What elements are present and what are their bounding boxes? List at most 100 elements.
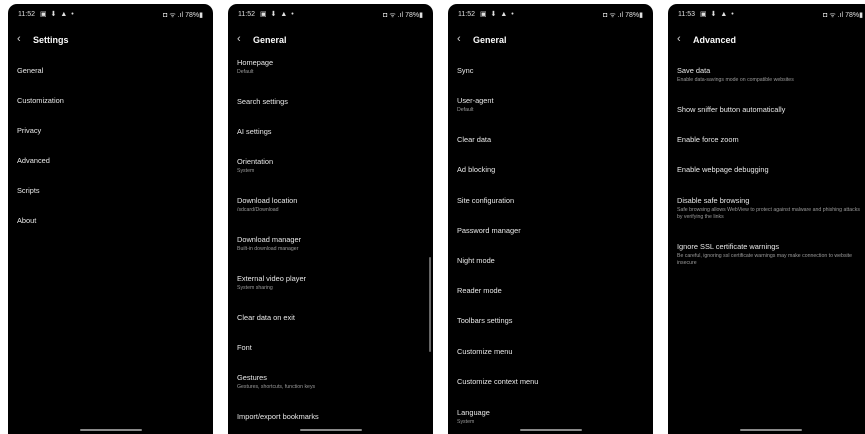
item-label: Homepage xyxy=(237,58,274,67)
battery-level: 78% xyxy=(405,12,420,19)
settings-item-site-configuration[interactable]: Site configuration xyxy=(457,196,645,205)
settings-item-customization[interactable]: Customization xyxy=(17,96,205,105)
gesture-nav-bar[interactable] xyxy=(740,429,802,431)
settings-item-gestures[interactable]: Gestures Gestures, shortcuts, function ke… xyxy=(237,373,425,391)
item-label: Scripts xyxy=(17,186,40,195)
item-summary: Be careful, ignoring ssl certificate war… xyxy=(677,253,853,267)
item-label: Clear data on exit xyxy=(237,313,295,322)
battery-icon: ▮ xyxy=(859,12,863,19)
app-bar: ‹ Settings xyxy=(8,26,213,56)
notification-icons: ▣ ⬇ ▲ • xyxy=(480,11,515,18)
item-label: Search settings xyxy=(237,97,288,106)
item-summary: Gestures, shortcuts, function keys xyxy=(237,384,316,390)
item-label: Customize context menu xyxy=(457,377,539,386)
settings-item-scripts[interactable]: Scripts xyxy=(17,186,205,195)
settings-item-download-manager[interactable]: Download manager Built-in download manage… xyxy=(237,235,425,253)
notification-icons: ▣ ⬇ ▲ • xyxy=(40,11,75,18)
item-summary: /sdcard/Download xyxy=(237,207,279,213)
item-label: Orientation xyxy=(237,157,274,166)
item-label: Gestures xyxy=(237,373,267,382)
phone-screen-general-scrolled: 11:52 ▣ ⬇ ▲ • ◘ ᯤ .ıl 78%▮ ‹ General Sync… xyxy=(448,4,653,434)
page-title: Advanced xyxy=(693,35,737,45)
settings-item-homepage[interactable]: Homepage Default xyxy=(237,58,425,76)
item-label: Site configuration xyxy=(457,196,515,205)
page-title: Settings xyxy=(33,35,69,45)
settings-item-user-agent[interactable]: User-agent Default xyxy=(457,96,645,114)
status-time: 11:52 xyxy=(18,11,35,18)
battery-level: 78% xyxy=(185,12,200,19)
settings-item-save-data[interactable]: Save data Enable data-savings mode on com… xyxy=(677,66,865,84)
item-label: Night mode xyxy=(457,256,495,265)
status-right: ◘ ᯤ .ıl 78%▮ xyxy=(603,11,643,20)
phone-screen-advanced: 11:53 ▣ ⬇ ▲ • ◘ ᯤ .ıl 78%▮ ‹ Advanced Sav… xyxy=(668,4,865,434)
battery-level: 78% xyxy=(845,12,860,19)
item-label: Reader mode xyxy=(457,286,502,295)
settings-item-about[interactable]: About xyxy=(17,216,205,225)
settings-item-external-video-player[interactable]: External video player System sharing xyxy=(237,274,425,292)
item-label: Import/export bookmarks xyxy=(237,412,319,421)
scrollbar-thumb[interactable] xyxy=(429,257,431,352)
battery-level: 78% xyxy=(625,12,640,19)
settings-item-language[interactable]: Language System xyxy=(457,408,645,426)
item-label: Download manager xyxy=(237,235,302,244)
notification-icons: ▣ ⬇ ▲ • xyxy=(700,11,735,18)
battery-icon: ▮ xyxy=(639,12,643,19)
back-arrow-icon[interactable]: ‹ xyxy=(677,33,681,45)
settings-item-ignore-ssl-warnings[interactable]: Ignore SSL certificate warnings Be carefu… xyxy=(677,242,865,267)
item-label: Show sniffer button automatically xyxy=(677,105,786,114)
settings-item-orientation[interactable]: Orientation System xyxy=(237,157,425,175)
settings-item-enable-webpage-debugging[interactable]: Enable webpage debugging xyxy=(677,165,865,174)
item-label: Enable webpage debugging xyxy=(677,165,769,174)
status-right: ◘ ᯤ .ıl 78%▮ xyxy=(383,11,423,20)
back-arrow-icon[interactable]: ‹ xyxy=(17,33,21,45)
gesture-nav-bar[interactable] xyxy=(520,429,582,431)
item-summary: Built-in download manager xyxy=(237,246,299,252)
status-time: 11:52 xyxy=(458,11,475,18)
settings-item-enable-force-zoom[interactable]: Enable force zoom xyxy=(677,135,865,144)
settings-item-ai-settings[interactable]: AI settings xyxy=(237,127,425,136)
settings-item-privacy[interactable]: Privacy xyxy=(17,126,205,135)
status-right: ◘ ᯤ .ıl 78%▮ xyxy=(163,11,203,20)
settings-item-password-manager[interactable]: Password manager xyxy=(457,226,645,235)
phone-screen-settings: 11:52 ▣ ⬇ ▲ • ◘ ᯤ .ıl 78%▮ ‹ Settings Gen… xyxy=(8,4,213,434)
notification-icons: ▣ ⬇ ▲ • xyxy=(260,11,295,18)
phone-screen-general-top: 11:52 ▣ ⬇ ▲ • ◘ ᯤ .ıl 78%▮ ‹ General Home… xyxy=(228,4,433,434)
item-label: Enable force zoom xyxy=(677,135,739,144)
settings-item-show-sniffer-button[interactable]: Show sniffer button automatically xyxy=(677,105,865,114)
settings-item-ad-blocking[interactable]: Ad blocking xyxy=(457,165,645,174)
settings-item-toolbars-settings[interactable]: Toolbars settings xyxy=(457,316,645,325)
back-arrow-icon[interactable]: ‹ xyxy=(237,33,241,45)
item-label: Clear data xyxy=(457,135,492,144)
settings-item-import-export-bookmarks[interactable]: Import/export bookmarks xyxy=(237,412,425,421)
settings-item-disable-safe-browsing[interactable]: Disable safe browsing Safe browsing allow… xyxy=(677,196,865,221)
settings-item-customize-context-menu[interactable]: Customize context menu xyxy=(457,377,645,386)
settings-item-advanced[interactable]: Advanced xyxy=(17,156,205,165)
settings-item-reader-mode[interactable]: Reader mode xyxy=(457,286,645,295)
status-bar: 11:52 ▣ ⬇ ▲ • ◘ ᯤ .ıl 78%▮ xyxy=(228,4,433,26)
gesture-nav-bar[interactable] xyxy=(80,429,142,431)
settings-item-night-mode[interactable]: Night mode xyxy=(457,256,645,265)
signal-icon: ◘ ᯤ .ıl xyxy=(823,12,844,19)
item-label: Disable safe browsing xyxy=(677,196,750,205)
battery-icon: ▮ xyxy=(199,12,203,19)
item-label: Customize menu xyxy=(457,347,513,356)
status-bar: 11:52 ▣ ⬇ ▲ • ◘ ᯤ .ıl 78%▮ xyxy=(8,4,213,26)
settings-item-customize-menu[interactable]: Customize menu xyxy=(457,347,645,356)
settings-item-clear-data[interactable]: Clear data xyxy=(457,135,645,144)
item-label: Advanced xyxy=(17,156,50,165)
settings-item-search-settings[interactable]: Search settings xyxy=(237,97,425,106)
status-bar: 11:53 ▣ ⬇ ▲ • ◘ ᯤ .ıl 78%▮ xyxy=(668,4,865,26)
back-arrow-icon[interactable]: ‹ xyxy=(457,33,461,45)
settings-item-general[interactable]: General xyxy=(17,66,205,75)
app-bar: ‹ General xyxy=(228,26,433,56)
item-summary: Default xyxy=(457,107,474,113)
settings-item-sync[interactable]: Sync xyxy=(457,66,645,75)
page-title: General xyxy=(473,35,507,45)
settings-item-clear-data-on-exit[interactable]: Clear data on exit xyxy=(237,313,425,322)
page-title: General xyxy=(253,35,287,45)
settings-item-download-location[interactable]: Download location/sdcard/Download xyxy=(237,196,425,214)
settings-item-font[interactable]: Font xyxy=(237,343,425,352)
item-summary: Default xyxy=(237,69,254,75)
app-bar: ‹ General xyxy=(448,26,653,56)
gesture-nav-bar[interactable] xyxy=(300,429,362,431)
